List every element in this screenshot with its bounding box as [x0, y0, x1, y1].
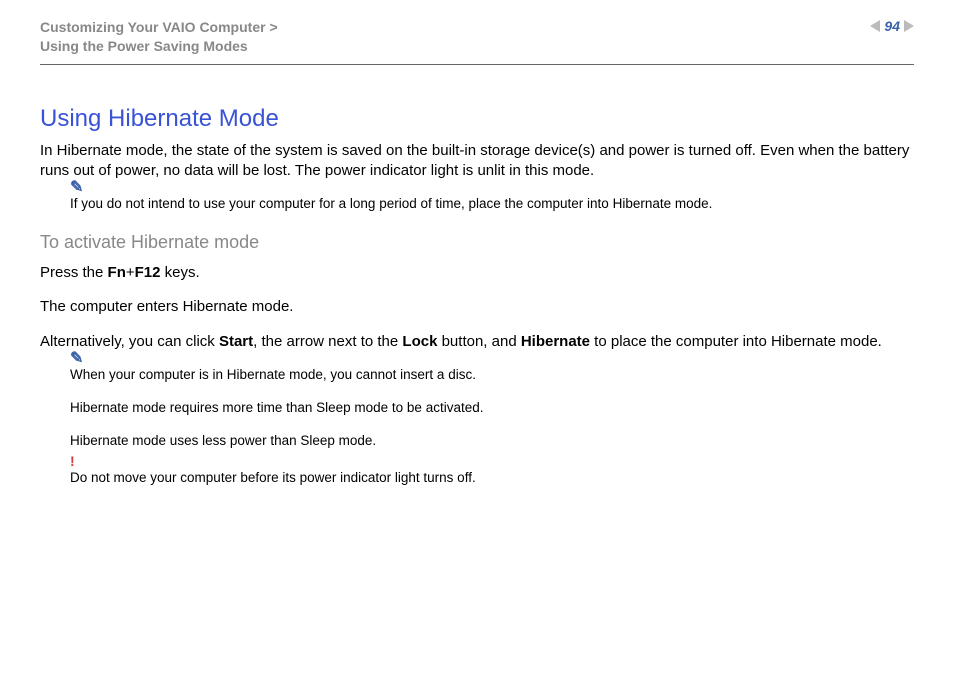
key-f12: F12 [135, 264, 161, 281]
note-text-1: If you do not intend to use your compute… [70, 195, 914, 214]
alternative-paragraph: Alternatively, you can click Start, the … [40, 332, 914, 352]
breadcrumb-line-2: Using the Power Saving Modes [40, 37, 278, 56]
press-keys-paragraph: Press the Fn+F12 keys. [40, 263, 914, 283]
subheading: To activate Hibernate mode [40, 232, 914, 253]
next-page-icon[interactable] [904, 20, 914, 32]
alt-hibernate: Hibernate [521, 333, 590, 350]
page-title: Using Hibernate Mode [40, 105, 914, 133]
page-number: 94 [884, 18, 900, 34]
breadcrumb-line-1: Customizing Your VAIO Computer > [40, 18, 278, 37]
pencil-icon: ✎ [70, 177, 83, 197]
page-nav: 94 [870, 18, 914, 34]
key-fn: Fn [108, 264, 126, 281]
pencil-icon: ✎ [70, 348, 83, 368]
alt-t2: , the arrow next to the [253, 333, 402, 350]
enters-paragraph: The computer enters Hibernate mode. [40, 297, 914, 317]
prev-page-icon[interactable] [870, 20, 880, 32]
header-bar: Customizing Your VAIO Computer > Using t… [40, 18, 914, 56]
alt-t1: Alternatively, you can click [40, 333, 219, 350]
warning-text: Do not move your computer before its pow… [70, 469, 914, 488]
press-suffix: keys. [160, 264, 199, 281]
press-prefix: Press the [40, 264, 108, 281]
intro-paragraph: In Hibernate mode, the state of the syst… [40, 141, 914, 182]
alt-lock: Lock [402, 333, 437, 350]
note-text-2c: Hibernate mode uses less power than Slee… [70, 432, 914, 451]
note-block-2: ✎ When your computer is in Hibernate mod… [70, 366, 914, 451]
breadcrumb[interactable]: Customizing Your VAIO Computer > Using t… [40, 18, 278, 56]
alt-t3: button, and [437, 333, 520, 350]
header-rule [40, 64, 914, 65]
alt-start: Start [219, 333, 253, 350]
press-plus: + [126, 264, 135, 281]
warning-block: ! Do not move your computer before its p… [70, 469, 914, 488]
note-text-2b: Hibernate mode requires more time than S… [70, 399, 914, 418]
warning-icon: ! [70, 453, 75, 469]
alt-t4: to place the computer into Hibernate mod… [590, 333, 882, 350]
note-text-2a: When your computer is in Hibernate mode,… [70, 366, 914, 385]
note-block-1: ✎ If you do not intend to use your compu… [70, 195, 914, 214]
